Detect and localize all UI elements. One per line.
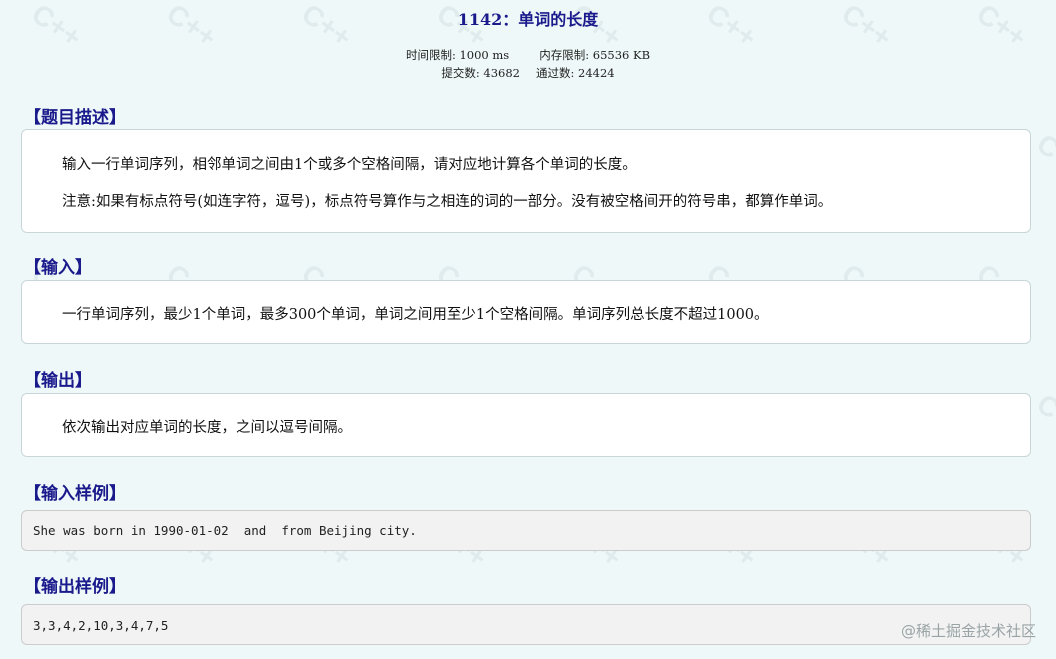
- problem-page: 1142：单词的长度 时间限制: 1000 ms 内存限制: 65536 KB 提…: [0, 0, 1056, 659]
- input-box: 一行单词序列，最少1个单词，最多300个单词，单词之间用至少1个空格间隔。单词序…: [21, 280, 1031, 344]
- output-heading: 【输出】: [24, 371, 92, 391]
- limits-row: 时间限制: 1000 ms 内存限制: 65536 KB: [0, 47, 1056, 63]
- description-heading: 【题目描述】: [24, 108, 126, 128]
- site-watermark-credit: @稀土掘金技术社区: [900, 622, 1036, 640]
- description-box: 输入一行单词序列，相邻单词之间由1个或多个空格间隔，请对应地计算各个单词的长度。…: [21, 129, 1031, 233]
- input-description: 一行单词序列，最少1个单词，最多300个单词，单词之间用至少1个空格间隔。单词序…: [62, 307, 769, 323]
- sample-input-heading: 【输入样例】: [24, 484, 126, 504]
- submission-count: 提交数: 43682: [441, 66, 520, 80]
- memory-limit: 内存限制: 65536 KB: [539, 48, 651, 62]
- sample-output-code: 3,3,4,2,10,3,4,7,5: [33, 618, 169, 633]
- stats-row: 提交数: 43682 通过数: 24424: [0, 65, 1056, 81]
- description-line-2: 注意:如果有标点符号(如连字符，逗号)，标点符号算作与之相连的词的一部分。没有被…: [62, 194, 833, 210]
- description-line-1: 输入一行单词序列，相邻单词之间由1个或多个空格间隔，请对应地计算各个单词的长度。: [62, 157, 637, 173]
- accepted-count: 通过数: 24424: [536, 66, 615, 80]
- sample-input-code: She was born in 1990-01-02 and from Beij…: [33, 523, 417, 538]
- input-heading: 【输入】: [24, 258, 92, 278]
- sample-output-heading: 【输出样例】: [24, 577, 126, 597]
- sample-input-box[interactable]: She was born in 1990-01-02 and from Beij…: [21, 510, 1031, 551]
- problem-title: 1142：单词的长度: [457, 10, 599, 29]
- sample-output-box[interactable]: 3,3,4,2,10,3,4,7,5: [21, 604, 1031, 645]
- output-box: 依次输出对应单词的长度，之间以逗号间隔。: [21, 393, 1031, 457]
- time-limit: 时间限制: 1000 ms: [405, 48, 510, 62]
- output-description: 依次输出对应单词的长度，之间以逗号间隔。: [62, 420, 352, 436]
